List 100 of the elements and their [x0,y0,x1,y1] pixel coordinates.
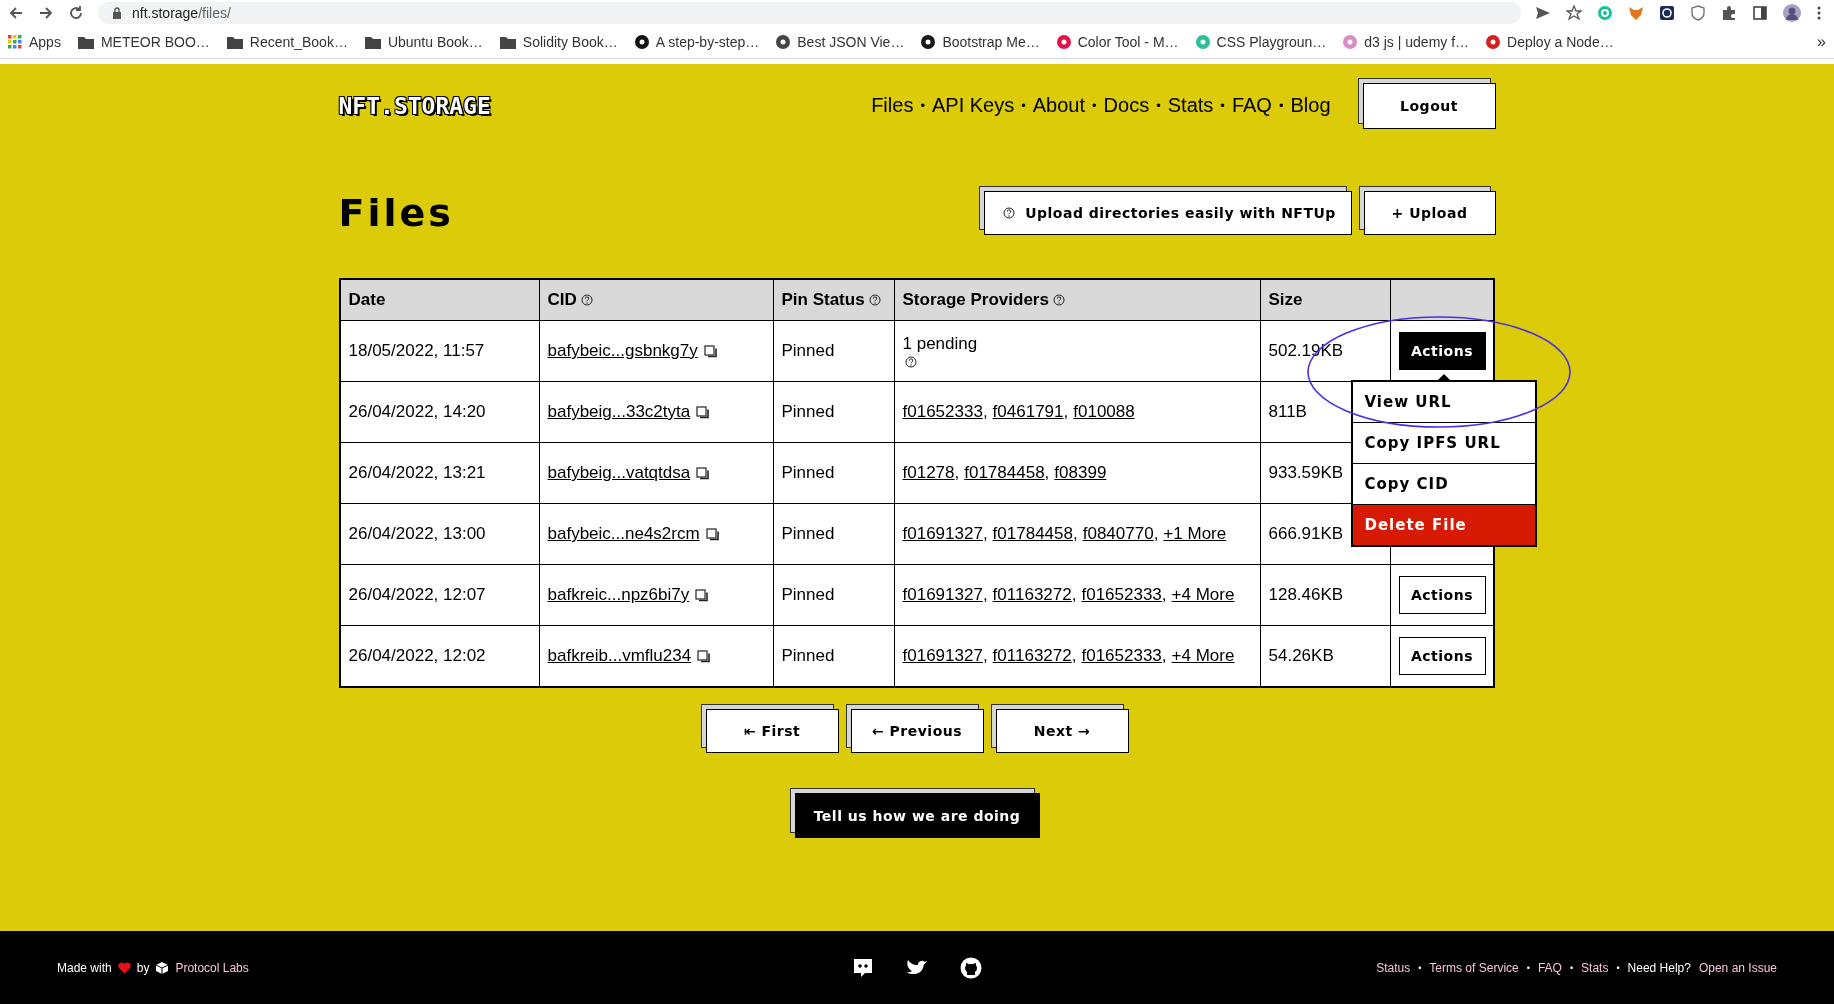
column-header: Storage Providers [893,280,1260,320]
copy-icon[interactable] [703,344,717,358]
fox-icon[interactable] [1628,5,1644,21]
bookmark[interactable]: Bootstrap Me… [921,34,1040,50]
nav-link[interactable]: Docs [1103,94,1150,117]
provider-link[interactable]: f01652333 [902,402,983,422]
bookmark[interactable]: Deploy a Node… [1486,34,1614,50]
separator-dot: • [1092,98,1097,113]
provider-link[interactable]: f01652333 [1081,585,1162,605]
comma: , [1063,402,1069,422]
extension-icon[interactable] [1659,5,1675,21]
bookmark[interactable]: Apps [8,34,61,50]
copy-icon[interactable] [696,466,710,480]
bookmark[interactable]: d3 js | udemy f… [1343,34,1470,50]
star-icon[interactable] [1566,5,1582,21]
nav-link[interactable]: FAQ [1231,94,1272,117]
help-icon [580,294,593,306]
cid-link[interactable]: bafybeig...33c2tyta [547,402,691,422]
cid-link[interactable]: bafkreic...npz6bi7y [547,585,690,605]
nav-link[interactable]: Files [871,94,914,117]
nav-link[interactable]: About [1032,94,1086,117]
puzzle-icon[interactable] [1721,5,1737,21]
cid-link[interactable]: bafybeic...ne4s2rcm [547,524,700,544]
send-icon[interactable] [1535,5,1551,21]
comma: , [1161,646,1167,666]
help-icon [904,356,917,368]
separator-dot: • [920,98,925,113]
footer-link[interactable]: Open an Issue [1698,960,1777,975]
more-link[interactable]: +1 More [1163,524,1227,544]
menu-item[interactable]: View URL [1352,382,1535,422]
provider-link[interactable]: f0840770 [1082,524,1154,544]
actions-button[interactable]: Actions [1398,576,1486,614]
cid-link[interactable]: bafybeig...vatqtdsa [547,463,691,483]
more-link[interactable]: +4 More [1171,646,1235,666]
bookmark[interactable]: Ubuntu Book… [364,34,483,50]
provider-link[interactable]: f010088 [1073,402,1135,422]
nav-link[interactable]: Stats [1167,94,1214,117]
table-cell: Pinned [772,382,894,442]
cube-icon [155,960,170,975]
bookmark[interactable]: Color Tool - M… [1056,34,1179,50]
side-panel-icon[interactable] [1752,5,1768,21]
bookmark[interactable]: CSS Playgroun… [1195,34,1327,50]
copy-icon[interactable] [695,588,709,602]
footer-link[interactable]: FAQ [1537,960,1562,975]
bookmark[interactable]: Solidity Book… [499,34,618,50]
comma: , [982,402,988,422]
comma: , [982,646,988,666]
overflow-chevron[interactable]: » [1817,33,1826,51]
chat-icon[interactable] [852,956,874,979]
provider-link[interactable]: f01278 [902,463,955,483]
provider-link[interactable]: f01163272 [992,585,1072,605]
menu-item[interactable]: Copy IPFS URL [1352,422,1535,463]
bookmark[interactable]: METEOR BOO… [77,34,210,50]
bookmark[interactable]: Recent_Book… [226,34,348,50]
provider-link[interactable]: f01163272 [992,646,1072,666]
table-cell-text: 26/04/2022, 14:20 [347,401,487,423]
provider-link[interactable]: f01652333 [1081,646,1162,666]
folder-icon [364,35,381,49]
footer-link[interactable]: Stats [1581,960,1609,975]
separator-dot: • [1220,98,1225,113]
forward-icon[interactable] [38,5,54,21]
org-link[interactable]: Protocol Labs [175,960,249,975]
avatar-icon[interactable] [1783,4,1801,22]
help-icon [1003,207,1016,219]
actions-button[interactable]: Actions [1398,637,1486,675]
separator-dot: • [1021,98,1026,113]
provider-link[interactable]: f0461791 [992,402,1064,422]
actions-button[interactable]: Actions [1398,332,1486,370]
separator-dot: • [1569,962,1574,973]
back-icon[interactable] [8,5,24,21]
address-bar[interactable]: nft.storage/files/ [98,2,1521,24]
nav-link[interactable]: Blog [1290,94,1331,117]
footer-link[interactable]: Status [1376,960,1411,975]
more-link[interactable]: +4 More [1171,585,1235,605]
nav-link[interactable]: API Keys [931,94,1015,117]
provider-link[interactable]: f01691327 [902,646,983,666]
footer-text: by [136,960,150,975]
folder-icon [499,35,516,49]
copy-icon[interactable] [697,649,711,663]
provider-link[interactable]: f01784458 [992,524,1073,544]
copy-icon[interactable] [705,527,719,541]
comma: , [1153,524,1159,544]
octocat-icon[interactable] [960,956,982,979]
reload-icon[interactable] [68,5,84,21]
provider-link[interactable]: f01691327 [902,524,983,544]
bookmark[interactable]: Best JSON Vie… [776,34,905,50]
bookmark[interactable]: A step-by-step… [634,34,760,50]
table-cell-text: 18/05/2022, 11:57 [347,340,486,362]
cid-link[interactable]: bafkreib...vmflu234 [547,646,692,666]
copy-icon[interactable] [696,405,710,419]
shield-icon[interactable] [1690,5,1706,21]
comma: , [1071,646,1077,666]
provider-link[interactable]: f01784458 [964,463,1045,483]
footer-link[interactable]: Terms of Service [1429,960,1519,975]
provider-link[interactable]: f08399 [1054,463,1107,483]
menu-icon[interactable] [1816,5,1822,21]
provider-link[interactable]: f01691327 [902,585,983,605]
cid-link[interactable]: bafybeic...gsbnkg7y [547,341,698,361]
menu-item[interactable]: Delete File [1352,504,1535,545]
column-header: CID [538,280,773,320]
